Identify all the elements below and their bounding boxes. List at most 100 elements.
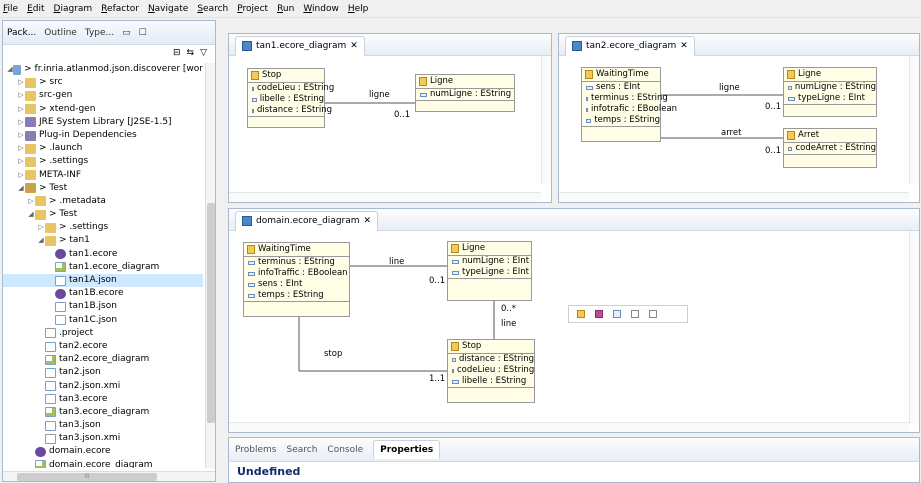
eenum-tool-icon[interactable] — [649, 310, 657, 318]
tree-item[interactable]: ◢ > Test — [3, 182, 203, 195]
tab-properties[interactable]: Properties — [373, 440, 441, 459]
horizontal-scrollbar[interactable] — [229, 192, 541, 202]
menu-refactor[interactable]: Refactor — [101, 4, 139, 14]
tree-item[interactable]: tan1.ecore_diagram — [3, 261, 203, 274]
expand-toggle-icon[interactable]: ▷ — [17, 116, 25, 129]
attribute[interactable]: temps : EString — [244, 290, 349, 301]
diagram-canvas[interactable]: WaitingTime terminus : EString infoTraff… — [229, 231, 919, 432]
expand-toggle-icon[interactable]: ◢ — [27, 208, 35, 221]
expand-toggle-icon[interactable]: ▷ — [27, 195, 35, 208]
tree-item[interactable]: tan2.json — [3, 366, 203, 379]
class-stop[interactable]: Stop codeLieu : EString libelle : EStrin… — [247, 68, 334, 128]
eclass-tool-icon[interactable] — [577, 310, 585, 318]
menu-project[interactable]: Project — [237, 4, 268, 14]
attribute[interactable]: infotrafic : EBoolean — [582, 104, 677, 115]
tree-item[interactable]: tan3.ecore — [3, 393, 203, 406]
tree-item[interactable]: domain.ecore — [3, 445, 203, 458]
attribute[interactable]: numLigne : EInt — [448, 256, 531, 267]
diagram-canvas[interactable]: WaitingTime sens : EInt terminus : EStri… — [559, 56, 919, 202]
class-waitingtime[interactable]: WaitingTime sens : EInt terminus : EStri… — [581, 67, 677, 142]
attribute[interactable]: numLigne : EString — [416, 89, 514, 100]
attribute[interactable]: sens : EInt — [244, 279, 349, 290]
tab-console[interactable]: Console — [327, 445, 363, 455]
expand-toggle-icon[interactable]: ◢ — [17, 182, 25, 195]
tab-package-explorer[interactable]: Pack... — [7, 28, 36, 38]
vertical-scrollbar[interactable] — [909, 231, 919, 424]
attribute[interactable]: numLigne : EString — [784, 82, 876, 93]
maximize-icon[interactable]: ☐ — [139, 28, 147, 38]
epackage-tool-icon[interactable] — [595, 310, 603, 318]
tree-item[interactable]: ▷ JRE System Library [J2SE-1.5] — [3, 116, 203, 129]
tab-problems[interactable]: Problems — [235, 445, 276, 455]
attribute[interactable]: libelle : EString — [248, 94, 324, 105]
expand-toggle-icon[interactable]: ▷ — [17, 76, 25, 89]
tree-item[interactable]: .project — [3, 327, 203, 340]
scroll-thumb[interactable]: III — [17, 473, 157, 481]
horizontal-scrollbar[interactable] — [229, 422, 909, 432]
eattribute-tool-icon[interactable] — [613, 310, 621, 318]
tree-item[interactable]: ▷ src-gen — [3, 89, 203, 102]
tab-type-hierarchy[interactable]: Type... — [85, 28, 114, 38]
tree-item[interactable]: ◢ > tan1 — [3, 234, 203, 247]
expand-toggle-icon[interactable]: ▷ — [17, 142, 25, 155]
diagram-canvas[interactable]: Stop codeLieu : EString libelle : EStrin… — [229, 56, 551, 202]
attribute[interactable]: infoTraffic : EBoolean — [244, 268, 349, 279]
menu-search[interactable]: Search — [197, 4, 228, 14]
view-menu-icon[interactable]: ▽ — [200, 48, 207, 58]
expand-toggle-icon[interactable]: ◢ — [37, 234, 45, 247]
minimize-icon[interactable]: ▭ — [122, 28, 131, 38]
class-ligne[interactable]: Ligne numLigne : EInt typeLigne : EInt — [447, 241, 532, 301]
horizontal-scrollbar[interactable] — [559, 192, 909, 202]
expand-toggle-icon[interactable]: ▷ — [17, 169, 25, 182]
tree-item[interactable]: domain.ecore_diagram — [3, 459, 203, 468]
tab-search[interactable]: Search — [286, 445, 317, 455]
tree-item[interactable]: tan2.ecore — [3, 340, 203, 353]
attribute[interactable]: typeLigne : EInt — [448, 267, 531, 278]
attribute[interactable]: sens : EInt — [582, 82, 660, 93]
collapse-all-icon[interactable]: ⊟ — [173, 48, 181, 58]
tree-item[interactable]: ◢ > Test — [3, 208, 203, 221]
tree-item[interactable]: ▷ > .launch — [3, 142, 203, 155]
expand-toggle-icon[interactable]: ▷ — [17, 155, 25, 168]
attribute[interactable]: terminus : EString — [582, 93, 668, 104]
tree-item[interactable]: ▷ > xtend-gen — [3, 103, 203, 116]
eoperation-tool-icon[interactable] — [631, 310, 639, 318]
attribute[interactable]: distance : EString — [248, 105, 332, 116]
expand-toggle-icon[interactable]: ▷ — [17, 89, 25, 102]
expand-toggle-icon[interactable]: ▷ — [17, 103, 25, 116]
attribute[interactable]: codeArret : EString — [784, 143, 876, 154]
tree-item[interactable]: tan3.ecore_diagram — [3, 406, 203, 419]
menu-help[interactable]: Help — [348, 4, 369, 14]
vertical-scrollbar[interactable] — [909, 56, 919, 184]
tree-item[interactable]: ◢ > fr.inria.atlanmod.json.discoverer [wo… — [3, 63, 203, 76]
tree-item[interactable]: ▷ > .metadata — [3, 195, 203, 208]
tree-item[interactable]: tan1A.json — [3, 274, 203, 288]
attribute[interactable]: distance : EString — [448, 354, 534, 365]
tree-item[interactable]: tan2.ecore_diagram — [3, 353, 203, 366]
menu-navigate[interactable]: Navigate — [148, 4, 188, 14]
attribute[interactable]: typeLigne : EInt — [784, 93, 876, 104]
close-icon[interactable]: ✕ — [350, 41, 358, 51]
class-ligne[interactable]: Ligne numLigne : EString typeLigne : EIn… — [783, 67, 877, 117]
vertical-scrollbar[interactable] — [541, 56, 551, 184]
close-icon[interactable]: ✕ — [364, 216, 372, 226]
menu-window[interactable]: Window — [303, 4, 339, 14]
tree-item[interactable]: tan3.json — [3, 419, 203, 432]
class-waitingtime[interactable]: WaitingTime terminus : EString infoTraff… — [243, 242, 350, 317]
explorer-horizontal-scrollbar[interactable]: III — [3, 471, 215, 481]
expand-toggle-icon[interactable]: ▷ — [17, 129, 25, 142]
tree-item[interactable]: tan2.json.xmi — [3, 380, 203, 393]
class-ligne[interactable]: Ligne numLigne : EString — [415, 74, 515, 112]
menu-file[interactable]: File — [3, 4, 18, 14]
tab-tan2-ecore-diagram[interactable]: tan2.ecore_diagram ✕ — [565, 35, 695, 56]
tree-item[interactable]: ▷ Plug-in Dependencies — [3, 129, 203, 142]
tab-domain-ecore-diagram[interactable]: domain.ecore_diagram ✕ — [235, 210, 379, 231]
attribute[interactable]: libelle : EString — [448, 376, 534, 387]
tree-item[interactable]: ▷ > src — [3, 76, 203, 89]
tree-item[interactable]: tan1C.json — [3, 314, 203, 327]
class-stop[interactable]: Stop distance : EString codeLieu : EStri… — [447, 339, 535, 403]
tree-item[interactable]: ▷ > .settings — [3, 221, 203, 234]
tab-tan1-ecore-diagram[interactable]: tan1.ecore_diagram ✕ — [235, 35, 365, 56]
menu-diagram[interactable]: Diagram — [54, 4, 93, 14]
attribute[interactable]: temps : EString — [582, 115, 660, 126]
